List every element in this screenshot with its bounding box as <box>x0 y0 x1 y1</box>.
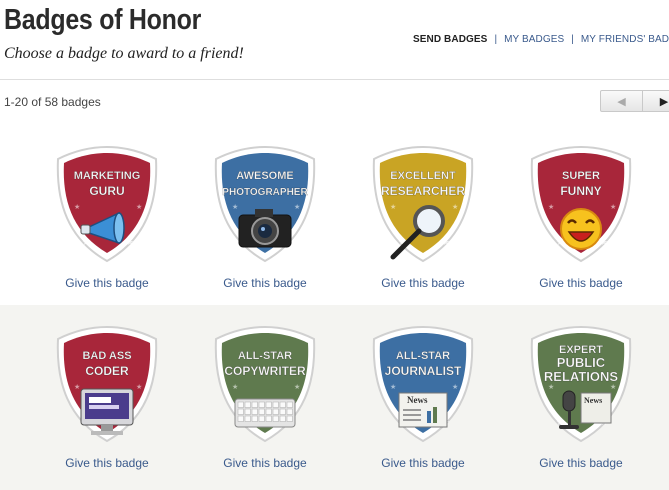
badge-image[interactable]: ★ ★ ★ ★ MARKETING GURU <box>52 143 162 265</box>
svg-text:★: ★ <box>600 237 608 247</box>
svg-text:★: ★ <box>390 383 396 391</box>
badge-nav: SEND BADGES | MY BADGES | MY FRIENDS' BA… <box>413 34 669 45</box>
badge-image[interactable]: ★★★★ALL-STARCOPYWRITER <box>210 323 320 445</box>
nav-separator: | <box>494 34 498 45</box>
badge-card: ★★★★AWESOMEPHOTOGRAPHERGive this badge <box>180 125 338 307</box>
svg-text:★: ★ <box>390 203 396 211</box>
svg-text:★: ★ <box>548 383 554 391</box>
badge-image[interactable]: ★★★★AWESOMEPHOTOGRAPHER <box>210 143 320 265</box>
svg-text:★: ★ <box>82 237 90 247</box>
give-badge-link[interactable]: Give this badge <box>338 456 508 470</box>
badge-image[interactable]: ★★★★BAD ASSCODER <box>52 323 162 445</box>
svg-text:COPYWRITER: COPYWRITER <box>224 364 306 378</box>
svg-text:★: ★ <box>232 383 238 391</box>
svg-text:★: ★ <box>294 203 300 211</box>
svg-text:AWESOME: AWESOME <box>236 170 293 182</box>
svg-text:★: ★ <box>126 237 134 247</box>
nav-friends-badges[interactable]: MY FRIENDS' BADGES <box>581 34 669 45</box>
svg-text:PUBLIC: PUBLIC <box>557 355 606 370</box>
nav-separator: | <box>571 34 574 45</box>
badge-card: ★★★★ALL-STARJOURNALISTNewsGive this badg… <box>338 305 496 487</box>
keyboard-icon <box>234 398 296 428</box>
give-badge-link[interactable]: Give this badge <box>338 276 508 290</box>
badge-image[interactable]: ★★★★EXPERTPUBLICRELATIONSNews <box>526 323 636 445</box>
badge-card: ★ ★ ★ ★ SUPER FUNNY Give this badge <box>496 125 654 307</box>
svg-text:★: ★ <box>610 383 616 391</box>
svg-text:RESEARCHER: RESEARCHER <box>381 184 465 198</box>
svg-text:JOURNALIST: JOURNALIST <box>385 364 462 378</box>
svg-text:★: ★ <box>74 383 80 391</box>
badge-card: ★ ★ ★ ★ EXCELLENT RESEARCHER Give this badge <box>338 125 496 307</box>
give-badge-link[interactable]: Give this badge <box>180 276 350 290</box>
pagination: ◀ ▶ <box>600 90 669 112</box>
svg-text:MARKETING: MARKETING <box>74 170 141 182</box>
badge-count: 1-20 of 58 badges <box>4 95 101 109</box>
svg-text:★: ★ <box>74 203 80 211</box>
svg-text:EXCELLENT: EXCELLENT <box>390 170 456 182</box>
badge-image[interactable]: ★ ★★ ★EXCELLENTRESEARCHER <box>368 143 478 265</box>
newspaper-icon: News <box>398 392 448 428</box>
svg-text:★: ★ <box>452 203 458 211</box>
laughing-face-icon <box>560 208 602 250</box>
svg-text:News: News <box>407 395 428 405</box>
badge-card: ★★★★EXPERTPUBLICRELATIONSNewsGive this b… <box>496 305 654 487</box>
give-badge-link[interactable]: Give this badge <box>496 456 666 470</box>
page-title: Badges of Honor <box>4 4 202 36</box>
svg-text:★: ★ <box>442 237 450 247</box>
give-badge-link[interactable]: Give this badge <box>496 276 666 290</box>
badge-row: ★ ★ ★ ★ MARKETING GURU Give this badge ★ ★ ★ ★ AWES… <box>0 125 669 307</box>
svg-text:BAD ASS: BAD ASS <box>82 350 131 362</box>
svg-text:PHOTOGRAPHER: PHOTOGRAPHER <box>222 187 308 198</box>
svg-text:★: ★ <box>610 203 616 211</box>
badge-card: ★ ★ ★ ★ MARKETING GURU Give this badge <box>22 125 180 307</box>
svg-text:ALL-STAR: ALL-STAR <box>396 350 450 362</box>
badge-image[interactable]: ★★★★ALL-STARJOURNALISTNews <box>368 323 478 445</box>
svg-text:News: News <box>584 396 602 405</box>
give-badge-link[interactable]: Give this badge <box>22 456 192 470</box>
svg-text:FUNNY: FUNNY <box>560 184 601 198</box>
camera-icon <box>238 209 292 248</box>
next-page-button[interactable]: ▶ <box>643 90 669 112</box>
badge-image[interactable]: ★ ★★ ★SUPERFUNNY <box>526 143 636 265</box>
svg-text:★: ★ <box>452 383 458 391</box>
arrow-right-icon: ▶ <box>659 95 669 108</box>
svg-text:★: ★ <box>548 203 554 211</box>
svg-text:RELATIONS: RELATIONS <box>544 369 618 384</box>
arrow-left-icon: ◀ <box>617 95 626 108</box>
svg-text:ALL-STAR: ALL-STAR <box>238 350 292 362</box>
svg-text:GURU: GURU <box>89 184 124 198</box>
svg-text:★: ★ <box>136 203 142 211</box>
page-header: Badges of Honor Choose a badge to award … <box>0 0 669 80</box>
svg-text:★: ★ <box>294 383 300 391</box>
page-subtitle: Choose a badge to award to a friend! <box>4 45 244 62</box>
badge-row: ★ ★ ★ ★ BAD ASS CODER Give this badge ★ ★ ★ ★ ALL-S… <box>0 305 669 490</box>
svg-text:★: ★ <box>232 203 238 211</box>
nav-send-badges[interactable]: SEND BADGES <box>413 34 487 45</box>
badge-card: ★★★★ALL-STARCOPYWRITERGive this badge <box>180 305 338 487</box>
list-toolbar: 1-20 of 58 badges ◀ ▶ <box>0 80 669 126</box>
give-badge-link[interactable]: Give this badge <box>22 276 192 290</box>
badge-card: ★★★★BAD ASSCODERGive this badge <box>22 305 180 487</box>
previous-page-button[interactable]: ◀ <box>600 90 643 112</box>
svg-text:CODER: CODER <box>85 364 129 378</box>
nav-my-badges[interactable]: MY BADGES <box>504 34 564 45</box>
svg-text:SUPER: SUPER <box>562 170 600 182</box>
give-badge-link[interactable]: Give this badge <box>180 456 350 470</box>
svg-text:★: ★ <box>136 383 142 391</box>
